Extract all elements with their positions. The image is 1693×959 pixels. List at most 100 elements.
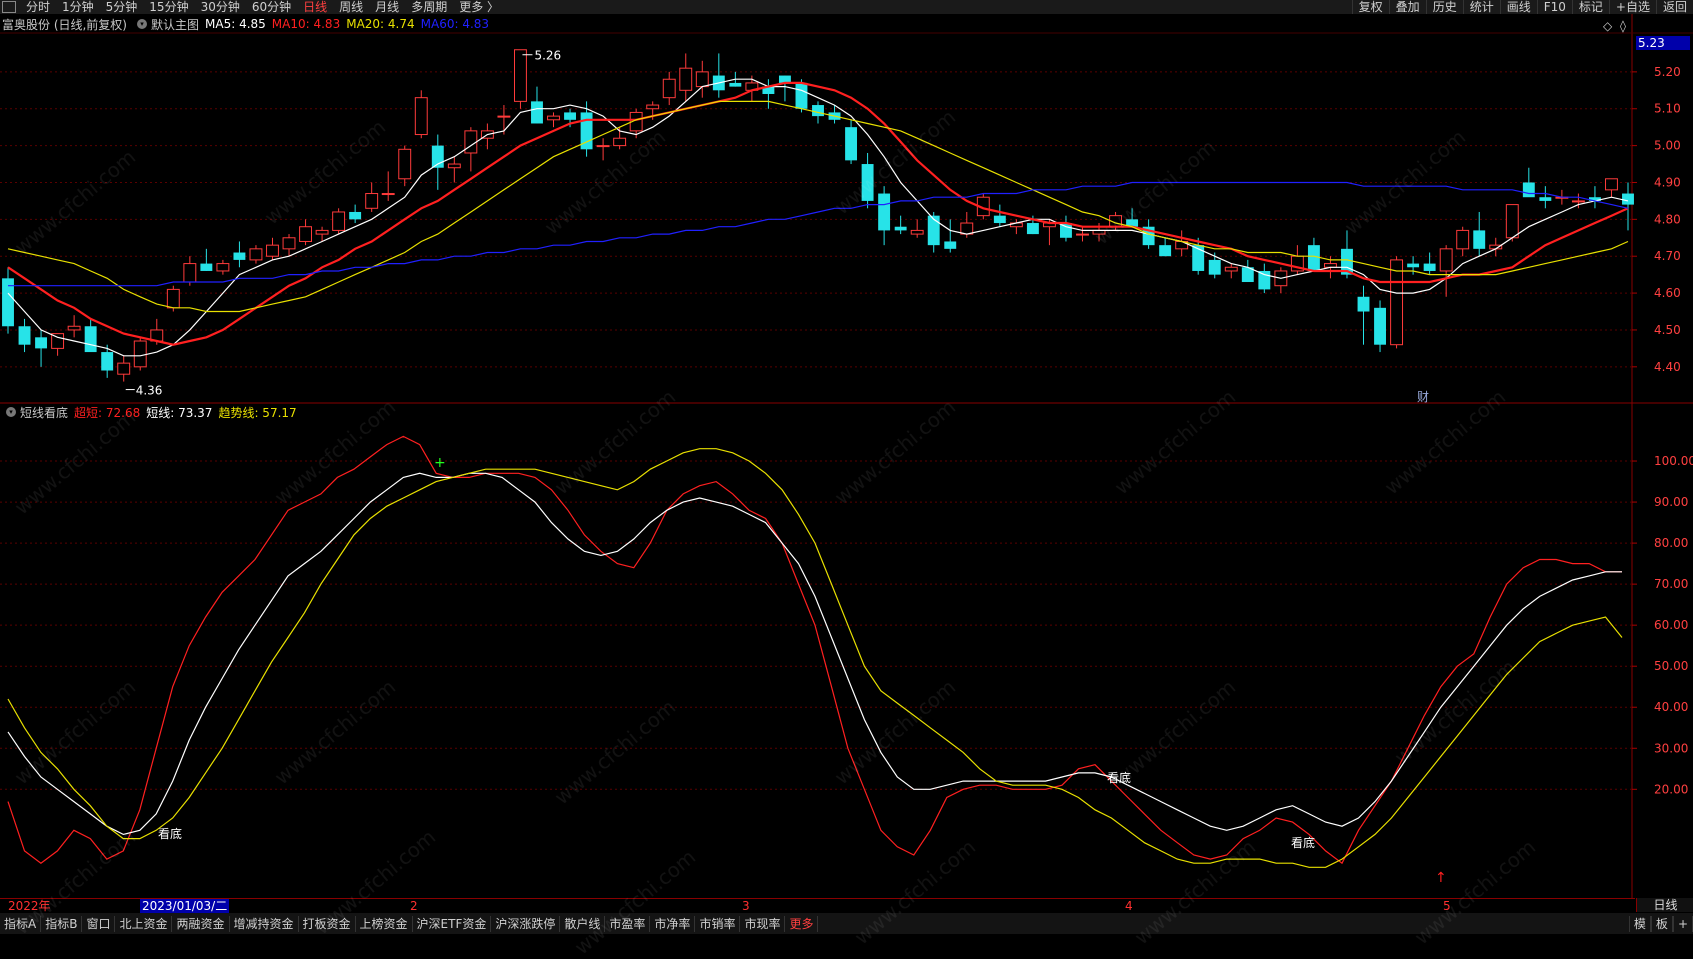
bottom-btn-0[interactable]: 模 xyxy=(1628,916,1651,932)
indicator-tab-0[interactable]: 指标A xyxy=(0,915,42,932)
candle xyxy=(910,229,924,235)
candle xyxy=(1026,223,1039,235)
candle xyxy=(613,137,627,147)
ma-line xyxy=(7,100,1629,313)
candle xyxy=(1076,233,1089,236)
indicator-tab-11[interactable]: 市盈率 xyxy=(605,915,651,932)
indicator-tab-3[interactable]: 北上资金 xyxy=(115,915,173,932)
indicator-tab-15[interactable]: 更多 xyxy=(785,915,819,932)
bottombar-right: 模板 + xyxy=(1628,916,1693,932)
indicator-line xyxy=(7,472,1622,836)
candle xyxy=(662,78,676,99)
candle xyxy=(101,352,114,371)
candle xyxy=(1374,307,1386,345)
candle xyxy=(1456,229,1470,250)
candle xyxy=(349,211,362,220)
ma-line xyxy=(8,181,1629,287)
up-arrow-icon: ↑ xyxy=(1435,870,1447,886)
y-tick-label: 4.50 xyxy=(1654,323,1681,337)
date-label: 2023/01/03/二 xyxy=(140,899,230,913)
indicator-tab-4[interactable]: 两融资金 xyxy=(172,915,230,932)
candle xyxy=(200,263,213,271)
candle xyxy=(729,82,742,87)
y-tick-label: 5.00 xyxy=(1654,139,1681,153)
candle xyxy=(216,263,230,272)
candle xyxy=(646,104,660,110)
y-tick-label: 4.90 xyxy=(1654,175,1681,189)
candle xyxy=(993,215,1006,224)
candle xyxy=(861,164,874,201)
indicator-tab-6[interactable]: 打板资金 xyxy=(299,915,356,932)
buy-signal-icon: + xyxy=(434,455,446,471)
y-tick-label: 4.40 xyxy=(1654,360,1681,374)
date-label: 4 xyxy=(1125,899,1133,913)
indicator-tab-9[interactable]: 沪深涨跌停 xyxy=(491,915,561,932)
indicator-line xyxy=(7,435,1622,865)
bottom-signal-label: 看底 xyxy=(1291,835,1315,850)
candle xyxy=(447,163,461,169)
candle xyxy=(315,229,329,235)
indicator-tab-10[interactable]: 散户线 xyxy=(560,915,606,932)
candle xyxy=(1208,259,1221,275)
date-label: 5 xyxy=(1443,899,1451,913)
low-price-label: 4.36 xyxy=(136,384,163,398)
candle xyxy=(513,49,527,102)
y-tick-label: 4.70 xyxy=(1654,249,1681,263)
y-tick-label: 30.00 xyxy=(1654,741,1688,755)
candle xyxy=(679,67,693,91)
candle xyxy=(596,145,610,148)
candle xyxy=(381,193,395,196)
candle xyxy=(1357,296,1370,312)
indicator-tab-13[interactable]: 市销率 xyxy=(695,915,741,932)
candle xyxy=(695,71,709,88)
candle xyxy=(1407,263,1420,268)
bottom-signal-label: 看底 xyxy=(1107,770,1131,785)
y-tick-label: 70.00 xyxy=(1654,577,1688,591)
y-tick-label: 90.00 xyxy=(1654,495,1688,509)
candle xyxy=(84,326,97,353)
candle xyxy=(927,215,940,246)
candle xyxy=(1423,263,1436,271)
candle xyxy=(365,193,379,209)
indicator-tabs: 指标A 指标B 窗口 北上资金 两融资金 增减持资金 打板资金 上榜资金 沪深ETF资金 沪深涨跌… xyxy=(0,915,819,932)
candle xyxy=(464,130,478,154)
candle xyxy=(944,241,957,249)
candle xyxy=(564,112,576,120)
candle xyxy=(35,337,48,349)
high-price-label: 5.26 xyxy=(534,49,561,63)
chart-canvas[interactable]: 4.40 4.50 4.60 4.70 4.80 4.90 5.00 5.10 5.20 5.26… xyxy=(0,0,1693,898)
indicator-line xyxy=(7,448,1623,868)
period-button[interactable]: 日线 xyxy=(1636,898,1693,912)
indicator-tab-12[interactable]: 市净率 xyxy=(650,915,696,932)
indicator-tab-2[interactable]: 窗口 xyxy=(82,915,116,932)
candle xyxy=(812,105,824,117)
financial-report-marker[interactable]: 财 xyxy=(1417,390,1429,404)
candle xyxy=(166,288,180,309)
candle xyxy=(1539,197,1552,201)
indicator-tab-5[interactable]: 增减持资金 xyxy=(230,915,299,932)
indicator-tab-14[interactable]: 市现率 xyxy=(740,915,786,932)
bottom-btn-2[interactable]: + xyxy=(1672,916,1693,932)
y-tick-label: 4.80 xyxy=(1654,212,1681,226)
y-tick-label: 80.00 xyxy=(1654,536,1688,550)
expand-icon[interactable]: ◊ xyxy=(1620,19,1626,33)
y-tick-label: 5.20 xyxy=(1654,65,1681,79)
candle xyxy=(249,248,263,261)
candle xyxy=(1505,204,1519,239)
y-tick-label: 5.10 xyxy=(1654,102,1681,116)
candle xyxy=(398,148,412,180)
indicator-tab-8[interactable]: 沪深ETF资金 xyxy=(413,915,492,932)
candle xyxy=(266,244,279,257)
bottom-btn-1[interactable]: 板 xyxy=(1650,916,1673,932)
y-tick-label: 50.00 xyxy=(1654,659,1688,673)
candle xyxy=(299,226,313,242)
date-label: 2022年 xyxy=(8,899,51,913)
candle xyxy=(414,97,428,136)
indicator-tab-1[interactable]: 指标B xyxy=(41,915,83,932)
candle xyxy=(845,127,858,161)
indicator-tab-7[interactable]: 上榜资金 xyxy=(356,915,413,932)
candle xyxy=(1571,200,1585,203)
candle xyxy=(1390,259,1404,346)
diamond-icon[interactable]: ◇ xyxy=(1603,19,1613,33)
y-tick-label: 40.00 xyxy=(1654,700,1688,714)
